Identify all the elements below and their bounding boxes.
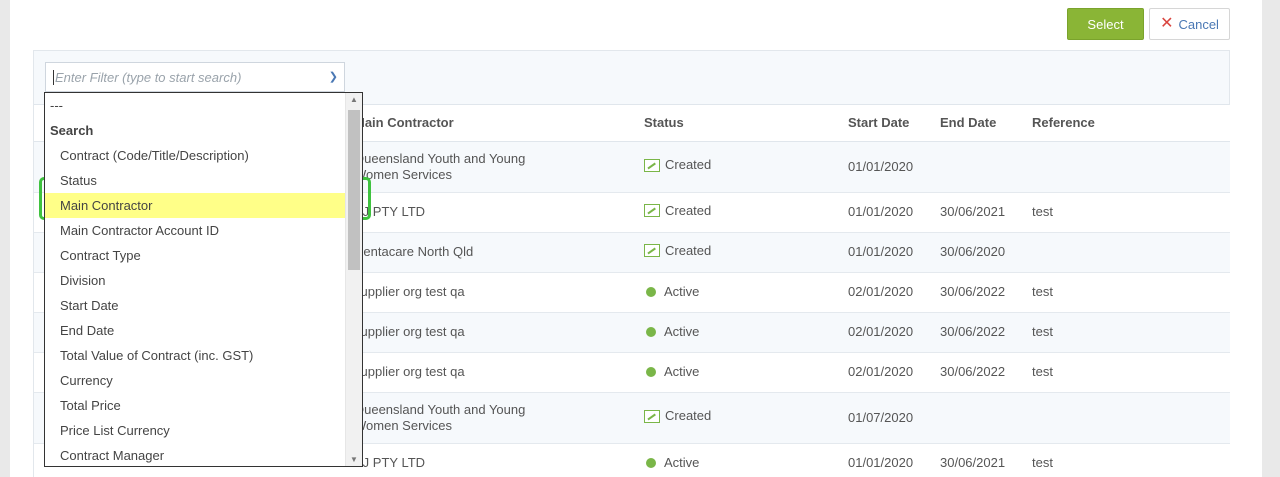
reference-cell: test [1032, 272, 1230, 313]
filter-input[interactable]: Enter Filter (type to start search) ❯ [45, 62, 345, 92]
cancel-label: Cancel [1178, 16, 1219, 32]
dropdown-option[interactable]: Price List Currency [45, 418, 346, 443]
status-cell: Created [644, 392, 848, 444]
active-status-icon [646, 286, 656, 297]
close-icon: ✕ [1160, 15, 1174, 32]
start-date-cell: 01/01/2020 [848, 443, 940, 477]
dropdown-option[interactable]: Main Contractor Account ID [45, 218, 346, 243]
status-cell: Created [644, 192, 848, 233]
dropdown-option[interactable]: Contract Type [45, 243, 346, 268]
reference-cell: test [1032, 352, 1230, 393]
active-status-icon [646, 326, 656, 337]
dropdown-scrollbar[interactable]: ▲ ▼ [345, 93, 362, 466]
reference-cell: test [1032, 443, 1230, 477]
column-header-end-date[interactable]: End Date [940, 105, 1032, 142]
reference-cell [1032, 232, 1230, 273]
start-date-cell: 01/01/2020 [848, 232, 940, 273]
scrollbar-thumb[interactable] [348, 110, 360, 270]
main-contractor-cell: Centacare North Qld [354, 232, 644, 273]
status-badge: Created [644, 203, 711, 219]
start-date-cell: 01/01/2020 [848, 192, 940, 233]
start-date-cell: 01/01/2020 [848, 141, 940, 193]
main-contractor-cell: VJ PTY LTD [354, 192, 644, 233]
status-badge: Active [644, 324, 699, 340]
filter-field-dropdown[interactable]: --- Search Contract (Code/Title/Descriptio… [44, 92, 363, 467]
column-header-reference[interactable]: Reference [1032, 105, 1230, 142]
dropdown-option[interactable]: Contract (Code/Title/Description) [45, 143, 346, 168]
filter-placeholder: Enter Filter (type to start search) [55, 69, 242, 85]
status-badge: Created [644, 408, 711, 424]
reference-cell: test [1032, 192, 1230, 233]
created-status-icon [644, 158, 660, 172]
main-contractor-cell: Queensland Youth and Young Women Services [354, 392, 644, 444]
main-contractor-cell: Queensland Youth and Young Women Services [354, 141, 644, 193]
end-date-cell: 30/06/2021 [940, 192, 1032, 233]
dropdown-option[interactable]: Currency [45, 368, 346, 393]
reference-cell: test [1032, 312, 1230, 353]
dropdown-option[interactable]: --- [45, 93, 346, 118]
cancel-button[interactable]: ✕ Cancel [1149, 8, 1230, 40]
created-status-icon [644, 409, 660, 423]
status-cell: Active [644, 312, 848, 353]
status-cell: Created [644, 232, 848, 273]
end-date-cell: 30/06/2022 [940, 272, 1032, 313]
start-date-cell: 02/01/2020 [848, 312, 940, 353]
column-header-start-date[interactable]: Start Date [848, 105, 940, 142]
created-status-icon [644, 244, 660, 258]
scroll-up-icon[interactable]: ▲ [350, 95, 358, 104]
end-date-cell: 30/06/2020 [940, 232, 1032, 273]
dropdown-group-label: Search [50, 123, 94, 138]
main-contractor-cell: supplier org test qa [354, 352, 644, 393]
dropdown-option[interactable]: End Date [45, 318, 346, 343]
status-cell: Created [644, 141, 848, 193]
start-date-cell: 02/01/2020 [848, 272, 940, 313]
scroll-down-icon[interactable]: ▼ [350, 455, 358, 464]
main-contractor-cell: VJ PTY LTD [354, 443, 644, 477]
status-cell: Active [644, 272, 848, 313]
start-date-cell: 02/01/2020 [848, 352, 940, 393]
start-date-cell: 01/07/2020 [848, 392, 940, 444]
column-header-main-contractor[interactable]: Main Contractor [354, 105, 644, 142]
end-date-cell: 30/06/2022 [940, 312, 1032, 353]
select-button[interactable]: Select [1067, 8, 1144, 40]
status-badge: Active [644, 455, 699, 471]
active-status-icon [646, 457, 656, 468]
end-date-cell [940, 141, 1032, 193]
end-date-cell: 30/06/2022 [940, 352, 1032, 393]
status-badge: Active [644, 284, 699, 300]
end-date-cell [940, 392, 1032, 444]
reference-cell [1032, 141, 1230, 193]
main-contractor-cell: supplier org test qa [354, 312, 644, 353]
status-cell: Active [644, 443, 848, 477]
dropdown-option[interactable]: Total Price [45, 393, 346, 418]
column-header-status[interactable]: Status [644, 105, 848, 142]
dropdown-option[interactable]: Start Date [45, 293, 346, 318]
status-badge: Created [644, 243, 711, 259]
text-cursor [53, 69, 54, 85]
active-status-icon [646, 366, 656, 377]
dropdown-option[interactable]: Contract Manager [45, 443, 346, 466]
status-cell: Active [644, 352, 848, 393]
dropdown-option[interactable]: Division [45, 268, 346, 293]
dropdown-option[interactable]: Total Value of Contract (inc. GST) [45, 343, 346, 368]
chevron-down-icon[interactable]: ❯ [329, 70, 338, 83]
status-badge: Active [644, 364, 699, 380]
created-status-icon [644, 204, 660, 218]
main-contractor-cell: supplier org test qa [354, 272, 644, 313]
dropdown-option[interactable]: Status [45, 168, 346, 193]
dropdown-option[interactable]: Main Contractor [45, 193, 346, 218]
end-date-cell: 30/06/2021 [940, 443, 1032, 477]
status-badge: Created [644, 157, 711, 173]
reference-cell [1032, 392, 1230, 444]
